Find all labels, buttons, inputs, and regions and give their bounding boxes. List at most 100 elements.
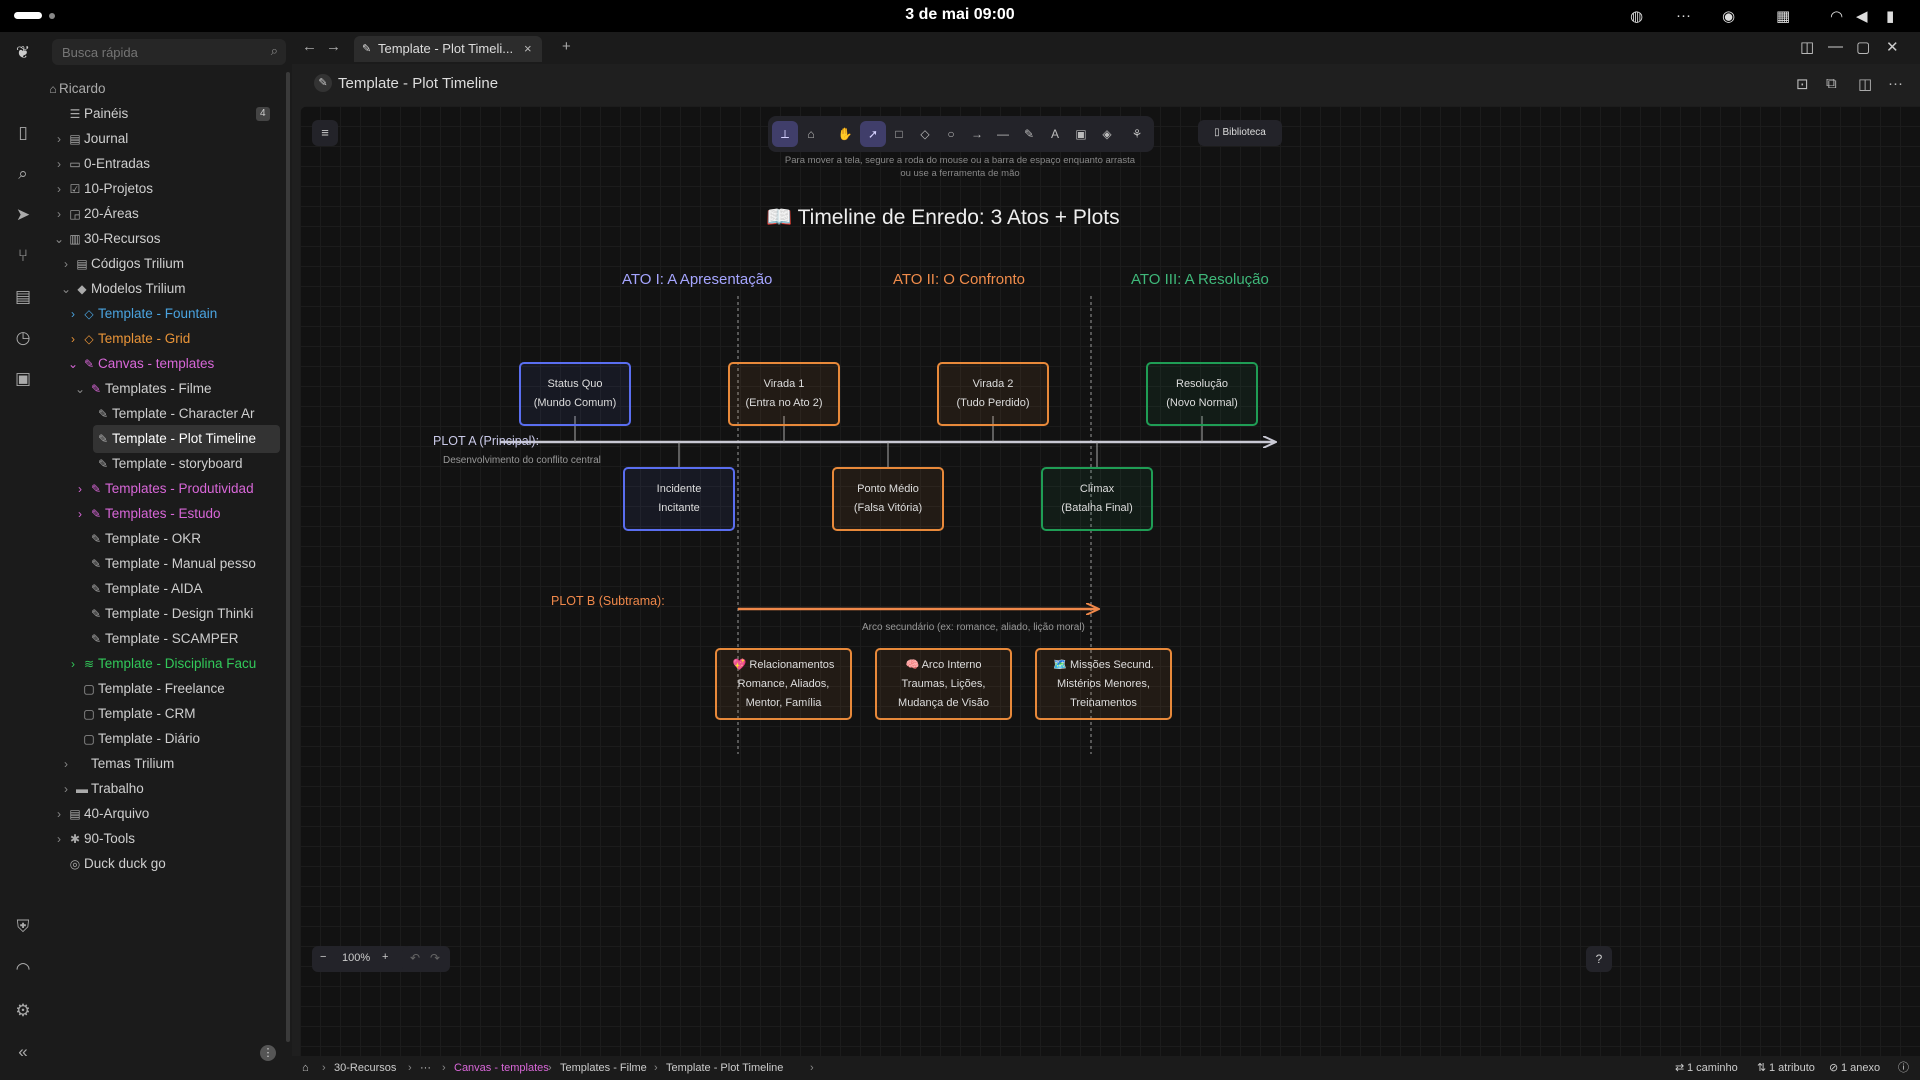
tree-item[interactable]: ✎ Template - storyboard — [46, 450, 286, 478]
tree-item[interactable]: › ▤ Journal — [46, 125, 286, 153]
chevron-right-icon[interactable]: › — [53, 800, 65, 828]
chevron-right-icon[interactable]: › — [53, 125, 65, 153]
chevron-right-icon[interactable]: › — [53, 200, 65, 228]
history-icon[interactable]: ◷ — [12, 327, 34, 349]
tree-item[interactable]: ⌄ ✎ Templates - Filme — [46, 375, 286, 403]
tree-item[interactable]: ✎ Template - OKR — [46, 525, 286, 553]
globe-icon[interactable]: ◍ — [1630, 7, 1643, 25]
close-window-icon[interactable]: ✕ — [1886, 38, 1899, 56]
act-1-label[interactable]: ATO I: A Apresentação — [622, 271, 772, 288]
breadcrumb-item[interactable]: Canvas - templates — [454, 1056, 549, 1080]
sidebar-scrollbar[interactable] — [286, 72, 290, 1042]
canvas[interactable]: ≡ ⟂ ⌂ ✋ ➚ □ ◇ ○ → — ✎ A ▣ ◈ ⚘ ▯ Bibliote… — [300, 106, 1920, 1056]
circle-icon[interactable]: ◉ — [1722, 7, 1735, 25]
breadcrumb-item[interactable]: Templates - Filme — [560, 1056, 647, 1080]
quick-search[interactable]: ⌕ — [52, 39, 286, 65]
lock-icon[interactable]: ⊡ — [1796, 75, 1809, 93]
more-options-icon[interactable]: ··· — [1888, 75, 1903, 92]
note-title[interactable]: Template - Plot Timeline — [338, 75, 498, 92]
chevron-right-icon[interactable]: › — [67, 300, 79, 328]
send-icon[interactable]: ➤ — [12, 204, 34, 226]
calendar-icon[interactable]: ▤ — [12, 286, 34, 308]
sidebar-toggle-icon[interactable]: ◫ — [1858, 75, 1872, 93]
tree-item[interactable]: ✎ Template - Character Ar — [46, 400, 286, 428]
tree-item[interactable]: ✎ Template - AIDA — [46, 575, 286, 603]
breadcrumb-item[interactable]: 30-Recursos — [334, 1056, 396, 1080]
milestone-box[interactable]: Resolução (Novo Normal) — [1146, 362, 1258, 426]
plot-a-subtitle[interactable]: Desenvolvimento do conflito central — [443, 455, 601, 466]
tree-item[interactable]: ▢ Template - Freelance — [46, 675, 286, 703]
attachments-count[interactable]: 1 anexo — [1841, 1056, 1880, 1080]
volume-icon[interactable]: ◀ — [1856, 7, 1868, 25]
battery-icon[interactable]: ▮ — [1886, 7, 1894, 25]
milestone-box[interactable]: Ponto Médio (Falsa Vitória) — [832, 467, 944, 531]
close-tab-icon[interactable]: × — [524, 36, 532, 62]
wifi-icon[interactable]: ◠ — [1830, 7, 1843, 25]
tree-item[interactable]: › ▬ Trabalho — [46, 775, 286, 803]
chevron-right-icon[interactable]: › — [74, 475, 86, 503]
plot-b-label[interactable]: PLOT B (Subtrama): — [551, 594, 665, 608]
shield-icon[interactable]: ⛨ — [12, 916, 34, 938]
grid-icon[interactable]: ▦ — [1776, 7, 1790, 25]
tree-item[interactable]: › Temas Trilium — [46, 750, 286, 778]
chevron-right-icon[interactable]: › — [67, 325, 79, 353]
chevron-down-icon[interactable]: ⌄ — [60, 275, 72, 303]
tree-root[interactable]: ⌂ Ricardo — [46, 75, 286, 103]
tree-item[interactable]: › ✎ Templates - Estudo — [46, 500, 286, 528]
chevron-right-icon[interactable]: › — [53, 150, 65, 178]
back-icon[interactable]: ← — [302, 38, 317, 55]
subplot-box[interactable]: 🧠 Arco Interno Traumas, Lições, Mudança de… — [875, 648, 1012, 720]
chevron-right-icon[interactable]: › — [60, 750, 72, 778]
attributes-count[interactable]: 1 atributo — [1769, 1056, 1815, 1080]
help-button[interactable]: ? — [1586, 946, 1612, 972]
new-tab-icon[interactable]: + — [562, 38, 571, 55]
subplot-box[interactable]: 🗺️ Missões Secund. Mistérios Menores, Trei… — [1035, 648, 1172, 720]
breadcrumb-item[interactable]: Template - Plot Timeline — [666, 1056, 783, 1080]
more-icon[interactable]: ··· — [1676, 7, 1691, 24]
zoom-level[interactable]: 100% — [342, 952, 370, 964]
tree-item[interactable]: ▢ Template - CRM — [46, 700, 286, 728]
tree-item[interactable]: ☰ Painéis 4 — [46, 100, 286, 128]
tree-item[interactable]: ⌄ ✎ Canvas - templates — [46, 350, 286, 378]
tree-item[interactable]: › ▤ 40-Arquivo — [46, 800, 286, 828]
chevron-right-icon[interactable]: › — [53, 825, 65, 853]
tree-item[interactable]: ⌄ ◆ Modelos Trilium — [46, 275, 286, 303]
milestone-box[interactable]: Clímax (Batalha Final) — [1041, 467, 1153, 531]
collapse-sidebar-icon[interactable]: « — [12, 1041, 34, 1063]
milestone-box[interactable]: Status Quo (Mundo Comum) — [519, 362, 631, 426]
act-3-label[interactable]: ATO III: A Resolução — [1131, 271, 1269, 288]
note-type-icon[interactable]: ✎ — [314, 74, 332, 92]
sync-icon[interactable]: ◠ — [12, 958, 34, 980]
tree-item[interactable]: ⌄ ▥ 30-Recursos — [46, 225, 286, 253]
relation-map-icon[interactable]: ⑂ — [12, 245, 34, 267]
today-icon[interactable]: ▣ — [12, 368, 34, 390]
act-2-label[interactable]: ATO II: O Confronto — [893, 271, 1025, 288]
chevron-down-icon[interactable]: ⌄ — [67, 350, 79, 378]
tree-item[interactable]: › ◲ 20-Áreas — [46, 200, 286, 228]
trilium-logo-icon[interactable]: ❦ — [12, 42, 34, 64]
tree-item[interactable]: › ☑ 10-Projetos — [46, 175, 286, 203]
plot-b-subtitle[interactable]: Arco secundário (ex: romance, aliado, li… — [862, 622, 1085, 633]
chevron-right-icon[interactable]: › — [53, 175, 65, 203]
diagram-title[interactable]: 📖 Timeline de Enredo: 3 Atos + Plots — [766, 206, 1120, 230]
tree-item[interactable]: › ≋ Template - Disciplina Facu — [46, 650, 286, 678]
zoom-in-button[interactable]: + — [382, 951, 388, 963]
chevron-right-icon[interactable]: › — [67, 650, 79, 678]
search-icon[interactable]: ⌕ — [12, 163, 34, 185]
chevron-down-icon[interactable]: ⌄ — [53, 225, 65, 253]
zoom-out-button[interactable]: − — [320, 951, 326, 963]
settings-icon[interactable]: ⚙ — [12, 1000, 34, 1022]
undo-icon[interactable]: ↶ — [410, 951, 420, 965]
quick-search-input[interactable] — [52, 39, 252, 65]
forward-icon[interactable]: → — [326, 38, 341, 55]
tree-item[interactable]: › ◇ Template - Fountain — [46, 300, 286, 328]
tree-item[interactable]: ✎ Template - Design Thinki — [46, 600, 286, 628]
paths-count[interactable]: 1 caminho — [1687, 1056, 1738, 1080]
tree-item[interactable]: › ◇ Template - Grid — [46, 325, 286, 353]
milestone-box[interactable]: Virada 2 (Tudo Perdido) — [937, 362, 1049, 426]
tree-item[interactable]: › ▭ 0-Entradas — [46, 150, 286, 178]
tree-item[interactable]: ◎ Duck duck go — [46, 850, 286, 878]
chevron-right-icon[interactable]: › — [60, 775, 72, 803]
subplot-box[interactable]: 💖 Relacionamentos Romance, Aliados, Mentor… — [715, 648, 852, 720]
sidebar-more-button[interactable]: ⋮ — [260, 1045, 276, 1061]
